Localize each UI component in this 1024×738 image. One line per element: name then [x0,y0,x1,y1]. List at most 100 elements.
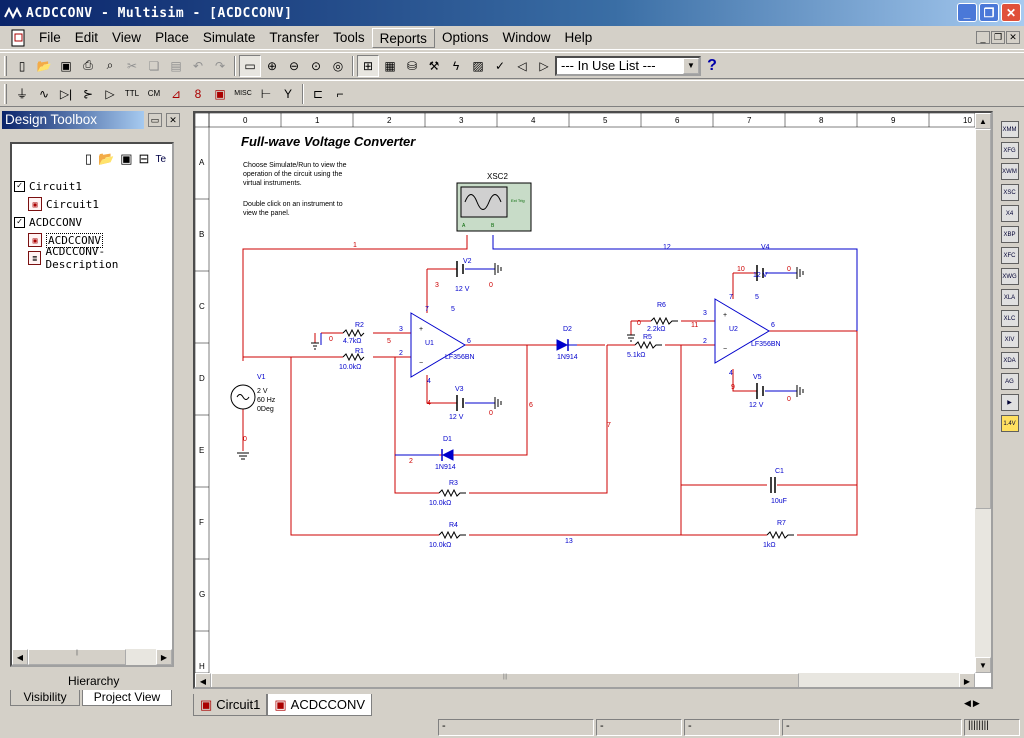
resistor-r2[interactable] [342,328,365,338]
help-icon[interactable]: ? [701,55,723,77]
zoom-area-icon[interactable]: ⊙ [305,55,327,77]
menu-file[interactable]: File [32,28,68,48]
misc-digital-icon[interactable]: ▣ [209,83,231,105]
tab-acdcconv[interactable]: ▣ ACDCCONV [267,694,373,716]
cmos-icon[interactable]: CM [143,83,165,105]
menu-simulate[interactable]: Simulate [196,28,263,48]
logic-analyzer-icon[interactable]: XLA [1000,289,1019,306]
distortion-analyzer-icon[interactable]: XDA [1000,352,1019,369]
hierarchical-block-icon[interactable]: ⊏ [307,83,329,105]
print-icon[interactable]: ⎙ [77,55,99,77]
tab-scroll-right-icon[interactable]: ▶ [973,698,980,709]
copy-icon[interactable]: ❏ [143,55,165,77]
tab-project-view[interactable]: Project View [82,690,172,706]
mdi-minimize-button[interactable]: _ [976,31,990,44]
diode-d2[interactable] [556,339,569,351]
logic-converter-icon[interactable]: XLC [1000,310,1019,327]
source-icon[interactable]: ⏚ [11,83,33,105]
tab-scroll-left-icon[interactable]: ◀ [964,698,971,709]
mdi-close-button[interactable]: ✕ [1006,31,1020,44]
menu-reports[interactable]: Reports [371,28,435,48]
multimeter-icon[interactable]: XMM [1000,121,1019,138]
grapher-icon[interactable]: ▨ [467,55,489,77]
tree-horizontal-scrollbar[interactable]: ◀ || ▶ [12,649,172,665]
chevron-down-icon[interactable]: ▼ [683,57,699,74]
resistor-r3[interactable] [438,488,466,498]
resistor-r6[interactable] [650,316,678,326]
scroll-down-icon[interactable]: ▼ [975,657,991,673]
analog-icon[interactable]: ▷ [99,83,121,105]
four-channel-scope-icon[interactable]: X4 [1000,205,1019,222]
antenna-icon[interactable]: Y [277,83,299,105]
capacitor-c1[interactable] [770,477,776,493]
scroll-up-icon[interactable]: ▲ [975,113,991,129]
tektronix-icon[interactable]: ▶ [1000,394,1019,411]
scroll-left-icon[interactable]: ◀ [12,649,28,665]
opamp-u1[interactable] [410,312,466,378]
frequency-counter-icon[interactable]: XFC [1000,247,1019,264]
bus-icon[interactable]: ⌐ [329,83,351,105]
menu-place[interactable]: Place [148,28,196,48]
menu-transfer[interactable]: Transfer [262,28,326,48]
wattmeter-icon[interactable]: XWM [1000,163,1019,180]
component-wizard-icon[interactable]: ⚒ [423,55,445,77]
scroll-right-icon[interactable]: ▶ [959,673,975,687]
tree-item-acdcconv[interactable]: ✓ ACDCCONV [14,214,82,230]
checkbox-icon[interactable]: ✓ [14,216,25,228]
agilent-icon[interactable]: AG [1000,373,1019,390]
measurement-probe-icon[interactable]: 1.4V [1000,415,1019,432]
toolbox-float-button[interactable]: ▭ [148,113,162,127]
zoom-out-icon[interactable]: ⊖ [283,55,305,77]
battery-v5[interactable] [756,383,764,399]
tab-visibility[interactable]: Visibility [10,690,80,706]
open-folder-icon[interactable]: 📂 [33,55,55,77]
schematic-canvas[interactable]: 0 1 2 3 4 5 6 7 8 9 10 ABCDEFGH Full-wave Voltage … [195,113,975,673]
simulate-icon[interactable]: ϟ [445,55,467,77]
workspace-vertical-scrollbar[interactable]: ▲ ▼ [975,113,991,673]
tree-item-circuit1[interactable]: ✓ Circuit1 [14,178,82,194]
schematic-workspace[interactable]: 0 1 2 3 4 5 6 7 8 9 10 ABCDEFGH Full-wave Voltage … [193,111,993,689]
transistor-icon[interactable]: ⊱ [77,83,99,105]
mixed-icon[interactable]: ⊿ [165,83,187,105]
tab-circuit1[interactable]: ▣ Circuit1 [193,694,268,716]
menu-options[interactable]: Options [435,28,496,48]
menu-help[interactable]: Help [557,28,599,48]
menu-window[interactable]: Window [495,28,557,48]
forward-annotate-icon[interactable]: ▷ [533,55,555,77]
save-sheet-icon[interactable]: ▣ [120,151,132,167]
open-sheet-icon[interactable]: 📂 [98,151,114,167]
ttl-icon[interactable]: TTL [121,83,143,105]
bode-plotter-icon[interactable]: XBP [1000,226,1019,243]
scroll-thumb[interactable]: || [28,649,126,665]
close-button[interactable]: ✕ [1001,3,1021,22]
new-sheet-icon[interactable]: ▯ [85,151,92,167]
document-icon[interactable] [10,29,28,47]
in-use-list-dropdown[interactable]: --- In Use List --- ▼ [555,55,701,76]
erc-icon[interactable]: ✓ [489,55,511,77]
misc-icon[interactable]: MISC [231,83,255,105]
tree-item-circuit1-sheet[interactable]: ▣ Circuit1 [28,196,99,212]
checkbox-icon[interactable]: ✓ [14,180,25,192]
undo-icon[interactable]: ↶ [187,55,209,77]
oscilloscope-icon[interactable]: XSC [1000,184,1019,201]
menu-tools[interactable]: Tools [326,28,372,48]
tree-item-acdcconv-description[interactable]: ≣ ACDCCONV-Description [28,245,172,271]
function-generator-icon[interactable]: XFG [1000,142,1019,159]
menu-edit[interactable]: Edit [68,28,105,48]
scroll-left-icon[interactable]: ◀ [195,673,211,687]
zoom-in-icon[interactable]: ⊕ [261,55,283,77]
maximize-button[interactable]: ❐ [979,3,999,22]
resize-grip[interactable]: |||||||| [964,719,1020,736]
cut-icon[interactable]: ✂ [121,55,143,77]
basic-icon[interactable]: ∿ [33,83,55,105]
spreadsheet-icon[interactable]: ▦ [379,55,401,77]
horizontal-scroll-thumb[interactable]: ||| [211,673,799,687]
diode-d1[interactable] [441,449,454,461]
scroll-right-icon[interactable]: ▶ [156,649,172,665]
workspace-horizontal-scrollbar[interactable]: ◀ ||| ▶ [195,673,975,687]
iv-analyzer-icon[interactable]: XIV [1000,331,1019,348]
resistor-r7[interactable] [766,530,794,540]
properties-icon[interactable]: ⊟ [139,151,150,167]
toolbox-toggle-icon[interactable]: ⊞ [357,54,379,77]
zoom-fit-icon[interactable]: ◎ [327,55,349,77]
